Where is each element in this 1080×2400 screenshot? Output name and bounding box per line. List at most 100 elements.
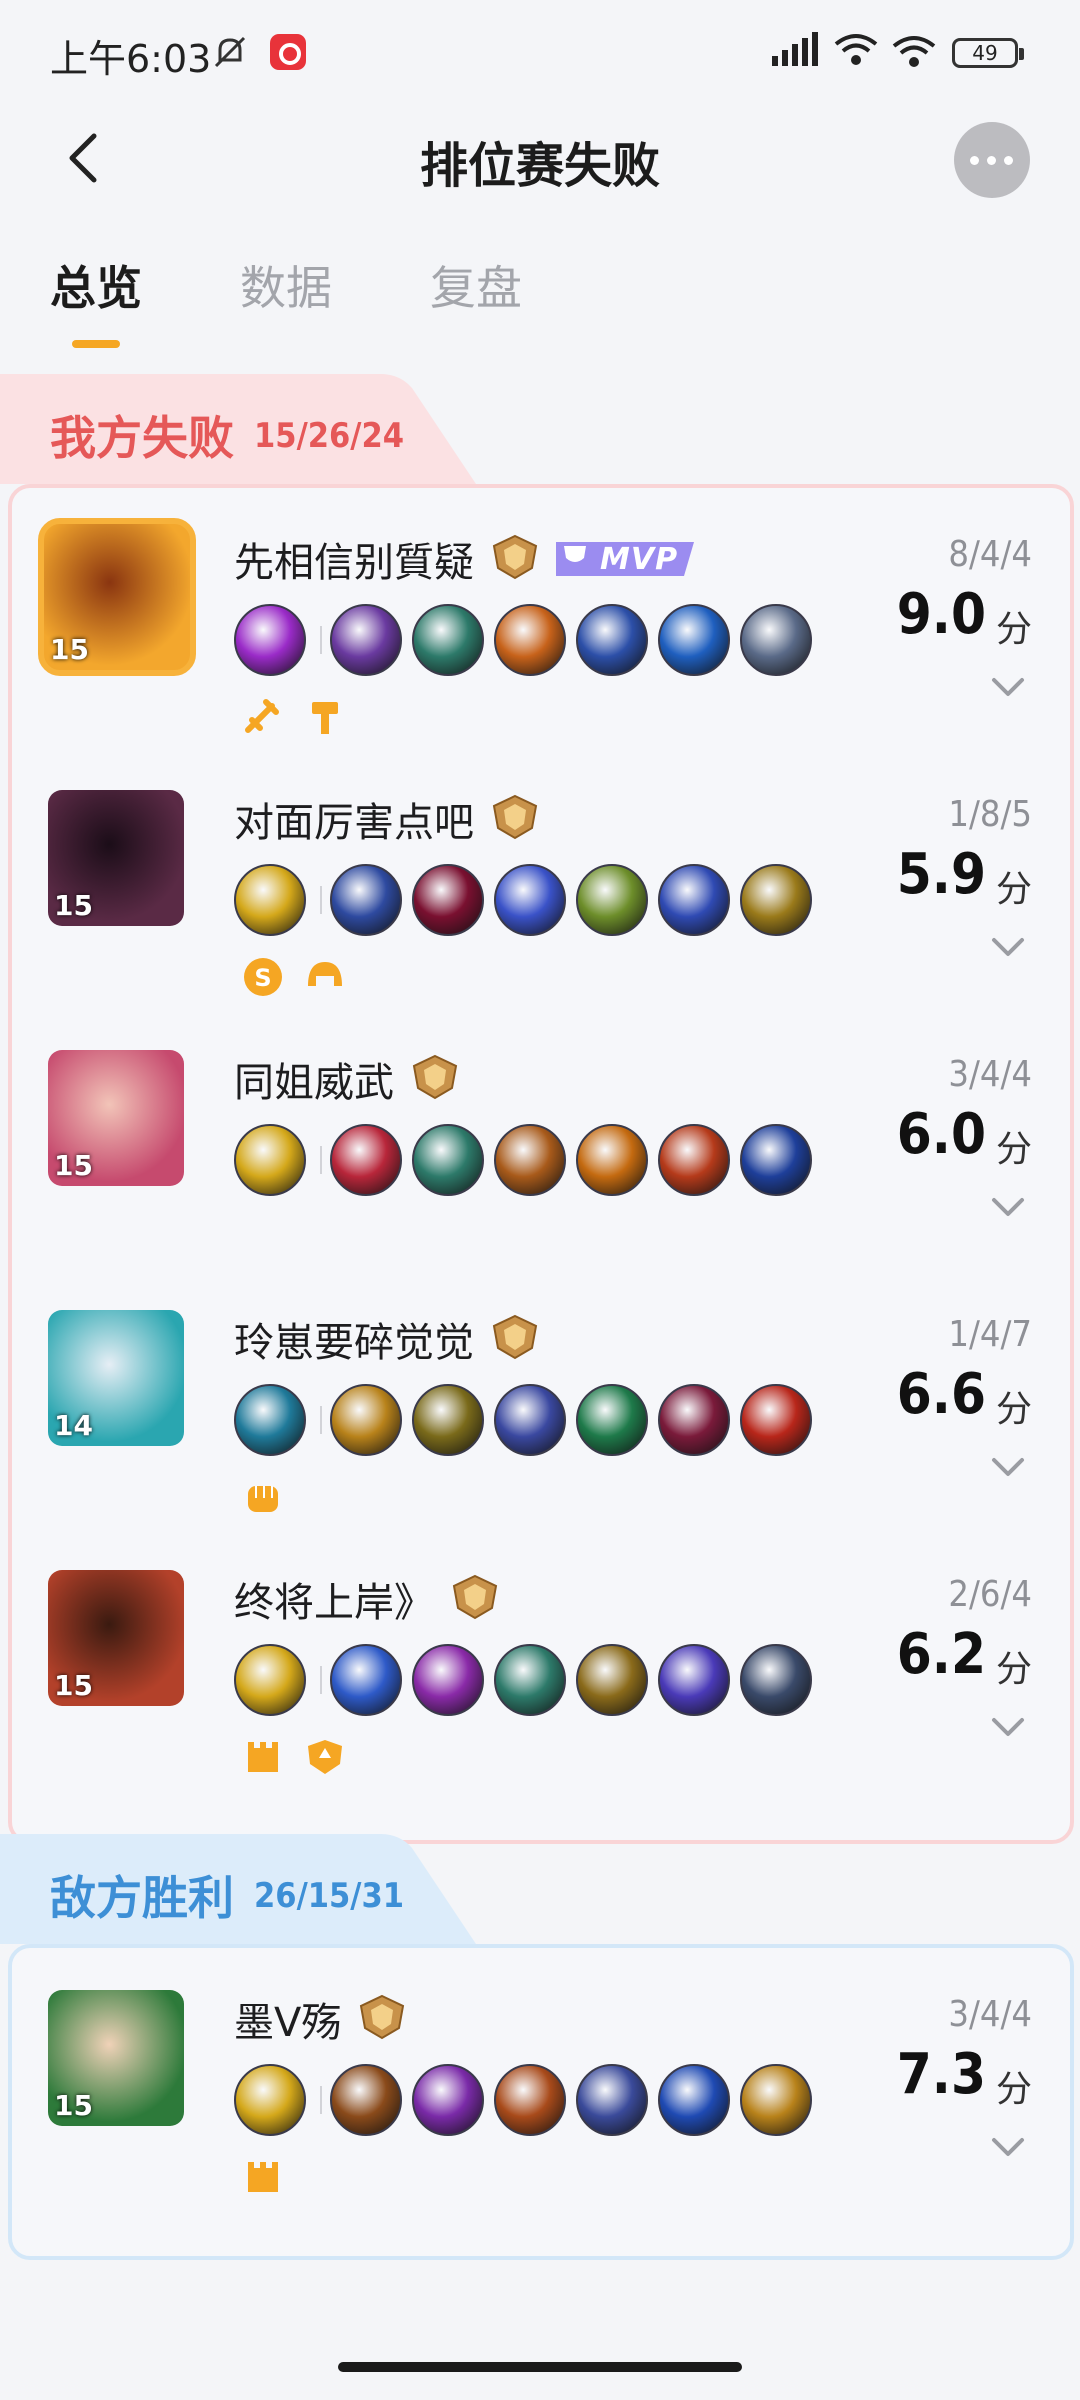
equipment-icon[interactable] bbox=[740, 604, 812, 676]
equipment-icon[interactable] bbox=[658, 1644, 730, 1716]
equipment-icon[interactable] bbox=[412, 864, 484, 936]
equipment-icon[interactable] bbox=[740, 2064, 812, 2136]
hero-avatar[interactable]: 15 bbox=[48, 1990, 184, 2126]
player-row[interactable]: 15 先相信别質疑 MVP 8/4/4 9.0 分 bbox=[12, 508, 1078, 768]
expand-chevron-icon[interactable] bbox=[988, 676, 1028, 700]
coin-icon: S bbox=[244, 958, 282, 996]
rank-emblem-icon bbox=[412, 1054, 458, 1100]
mvp-label: MVP bbox=[600, 542, 679, 577]
player-row[interactable]: 15 终将上岸》 2/6/4 6.2 分 bbox=[12, 1548, 1078, 1808]
rank-emblem-icon bbox=[452, 1574, 498, 1620]
summoner-skill-icon[interactable] bbox=[234, 1384, 306, 1456]
equipment-icon[interactable] bbox=[330, 604, 402, 676]
expand-chevron-icon[interactable] bbox=[988, 1456, 1028, 1480]
player-name: 对面厉害点吧 bbox=[234, 800, 474, 846]
equipment-icon[interactable] bbox=[494, 2064, 566, 2136]
player-row[interactable]: 15 墨V殇 3/4/4 7.3 分 bbox=[12, 1968, 1078, 2228]
equipment-icon[interactable] bbox=[576, 864, 648, 936]
equipment-icon[interactable] bbox=[740, 864, 812, 936]
equipment-icon[interactable] bbox=[412, 1124, 484, 1196]
player-row[interactable]: 14 玲崽要碎觉觉 1/4/7 6.6 分 bbox=[12, 1288, 1078, 1548]
equipment-icon[interactable] bbox=[658, 1124, 730, 1196]
player-score: 6.2 bbox=[896, 1622, 986, 1687]
tab-data[interactable]: 数据 bbox=[240, 252, 332, 318]
team-kda: 15/26/24 bbox=[254, 416, 405, 456]
equipment-icon[interactable] bbox=[412, 2064, 484, 2136]
expand-chevron-icon[interactable] bbox=[988, 1196, 1028, 1220]
hero-avatar[interactable]: 15 bbox=[38, 518, 196, 676]
summoner-skill-icon[interactable] bbox=[234, 1644, 306, 1716]
helmet-icon bbox=[308, 962, 342, 986]
player-kda: 3/4/4 bbox=[948, 1054, 1032, 1095]
player-row[interactable]: 15 同姐威武 3/4/4 6.0 分 bbox=[12, 1028, 1078, 1288]
hero-level: 15 bbox=[54, 2089, 93, 2122]
hero-avatar[interactable]: 15 bbox=[48, 1050, 184, 1186]
equipment-icon[interactable] bbox=[494, 1644, 566, 1716]
page-title: 排位赛失败 bbox=[419, 138, 660, 194]
equipment-icon[interactable] bbox=[658, 1384, 730, 1456]
team-result-label: 我方失败 bbox=[50, 411, 234, 465]
equipment-icon[interactable] bbox=[330, 1644, 402, 1716]
score-unit: 分 bbox=[995, 1129, 1032, 1170]
score-unit: 分 bbox=[995, 1389, 1032, 1430]
expand-chevron-icon[interactable] bbox=[988, 2136, 1028, 2160]
equipment-icon[interactable] bbox=[412, 1644, 484, 1716]
divider bbox=[320, 626, 322, 654]
equipment-icon[interactable] bbox=[412, 604, 484, 676]
hero-avatar[interactable]: 14 bbox=[48, 1310, 184, 1446]
player-kda: 2/6/4 bbox=[948, 1574, 1032, 1615]
tab-replay[interactable]: 复盘 bbox=[430, 252, 522, 318]
rank-emblem-icon bbox=[492, 1314, 538, 1360]
equipment-icon[interactable] bbox=[740, 1644, 812, 1716]
rank-emblem-icon bbox=[492, 794, 538, 840]
status-time: 上午6:03 bbox=[50, 37, 212, 81]
expand-chevron-icon[interactable] bbox=[988, 1716, 1028, 1740]
player-row[interactable]: 15 对面厉害点吧 S 1/8/5 5.9 分 bbox=[12, 768, 1078, 1028]
more-dot-icon bbox=[970, 156, 979, 165]
tab-overview[interactable]: 总览 bbox=[50, 252, 142, 318]
player-score: 5.9 bbox=[896, 842, 986, 907]
equipment-icon[interactable] bbox=[330, 2064, 402, 2136]
status-bar: 上午6:03 49 bbox=[0, 0, 1080, 110]
summoner-skill-icon[interactable] bbox=[234, 2064, 306, 2136]
score-unit: 分 bbox=[995, 2069, 1032, 2110]
summoner-skill-icon[interactable] bbox=[234, 604, 306, 676]
player-score: 7.3 bbox=[896, 2042, 986, 2107]
summoner-skill-icon[interactable] bbox=[234, 1124, 306, 1196]
player-score: 6.0 bbox=[896, 1102, 986, 1167]
mvp-badge: MVP bbox=[556, 536, 702, 582]
equipment-icon[interactable] bbox=[494, 864, 566, 936]
team-header-lose: 我方失败 15/26/24 bbox=[0, 374, 490, 484]
equipment-icon[interactable] bbox=[576, 1384, 648, 1456]
equipment-icon[interactable] bbox=[658, 2064, 730, 2136]
equipment-icon[interactable] bbox=[412, 1384, 484, 1456]
score-unit: 分 bbox=[995, 1649, 1032, 1690]
music-app-icon bbox=[270, 34, 306, 70]
more-options-button[interactable] bbox=[954, 122, 1030, 198]
equipment-icon[interactable] bbox=[494, 1384, 566, 1456]
equipment-icon[interactable] bbox=[576, 1124, 648, 1196]
hero-level: 14 bbox=[54, 1409, 93, 1442]
summoner-skill-icon[interactable] bbox=[234, 864, 306, 936]
equipment-icon[interactable] bbox=[740, 1124, 812, 1196]
equipment-icon[interactable] bbox=[658, 864, 730, 936]
equipment-icon[interactable] bbox=[494, 604, 566, 676]
equipment-icon[interactable] bbox=[330, 1124, 402, 1196]
more-dot-icon bbox=[987, 156, 996, 165]
equipment-icon[interactable] bbox=[494, 1124, 566, 1196]
equipment-icon[interactable] bbox=[740, 1384, 812, 1456]
home-indicator[interactable] bbox=[338, 2362, 742, 2372]
team-header-win: 敌方胜利 26/15/31 bbox=[0, 1834, 490, 1944]
equipment-icon[interactable] bbox=[658, 604, 730, 676]
equipment-icon[interactable] bbox=[330, 1384, 402, 1456]
equipment-icon[interactable] bbox=[576, 2064, 648, 2136]
expand-chevron-icon[interactable] bbox=[988, 936, 1028, 960]
equipment-icon[interactable] bbox=[576, 1644, 648, 1716]
hero-avatar[interactable]: 15 bbox=[48, 790, 184, 926]
score-unit: 分 bbox=[995, 869, 1032, 910]
hero-avatar[interactable]: 15 bbox=[48, 1570, 184, 1706]
divider bbox=[320, 1146, 322, 1174]
equipment-icon[interactable] bbox=[576, 604, 648, 676]
equipment-icon[interactable] bbox=[330, 864, 402, 936]
svg-text:S: S bbox=[254, 964, 271, 992]
